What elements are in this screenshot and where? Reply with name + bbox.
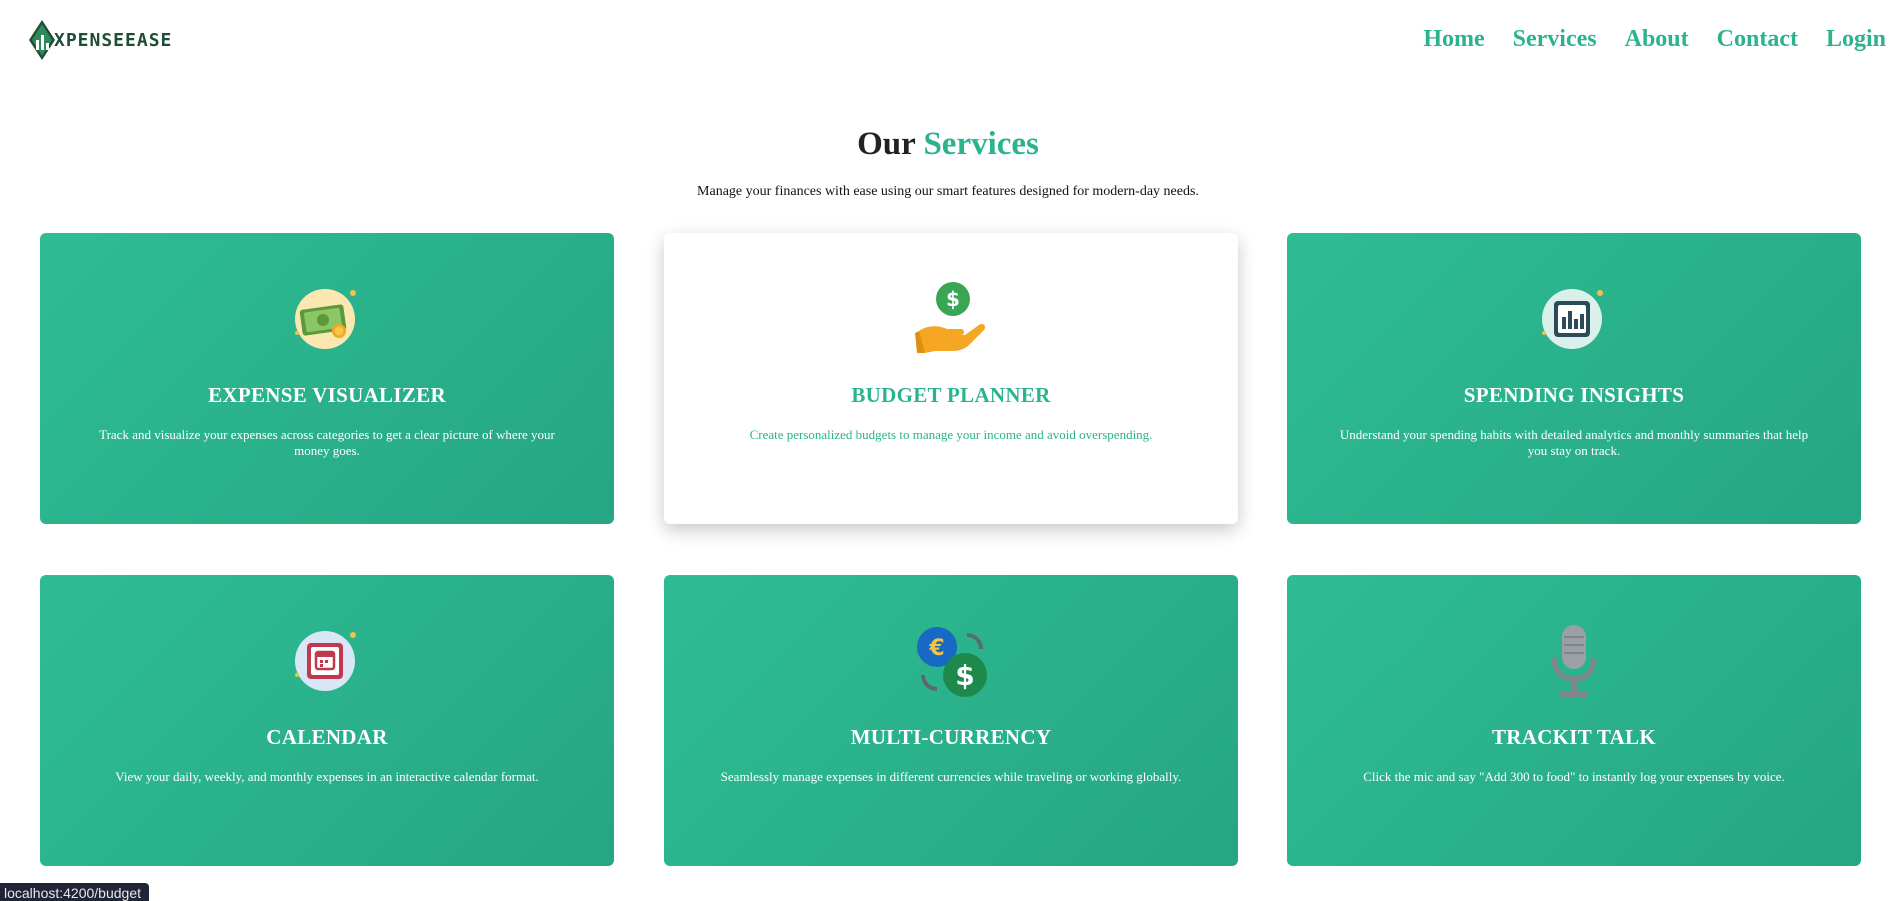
logo-text: XPENSEEASE <box>54 29 173 51</box>
site-header: XPENSEEASE Home Services About Contact L… <box>0 0 1896 84</box>
card-description: View your daily, weekly, and monthly exp… <box>115 769 539 784</box>
currency-exchange-icon: € $ <box>917 627 987 697</box>
section-title-part1: Our <box>857 126 916 162</box>
card-trackit-talk[interactable]: TRACKIT TALK Click the mic and say "Add … <box>1287 575 1861 866</box>
card-title: BUDGET PLANNER <box>851 383 1051 407</box>
card-title: MULTI-CURRENCY <box>850 725 1052 749</box>
section-title: Our Services <box>0 126 1896 163</box>
card-multi-currency[interactable]: € $ MULTI-CURRENCY Seamlessly manage exp… <box>664 575 1238 866</box>
status-bar-url: localhost:4200/budget <box>0 883 149 901</box>
section-title-part2: Services <box>923 126 1039 162</box>
section-subtitle: Manage your finances with ease using our… <box>697 184 1199 199</box>
nav-login[interactable]: Login <box>1826 26 1886 53</box>
svg-text:€: € <box>928 636 944 661</box>
calendar-icon <box>295 631 356 691</box>
card-description: Create personalized budgets to manage yo… <box>749 427 1153 442</box>
svg-text:$: $ <box>946 287 960 311</box>
card-expense-visualizer[interactable]: EXPENSE VISUALIZER Track and visualize y… <box>40 233 614 524</box>
nav-about[interactable]: About <box>1625 26 1689 53</box>
nav-contact[interactable]: Contact <box>1717 26 1798 53</box>
card-description: Seamlessly manage expenses in different … <box>720 769 1182 784</box>
bar-chart-icon <box>1542 289 1603 349</box>
nav-home[interactable]: Home <box>1423 26 1484 53</box>
main-nav: Home Services About Contact Login <box>1423 26 1886 53</box>
money-bill-icon <box>295 289 356 349</box>
card-title: TRACKIT TALK <box>1491 725 1657 749</box>
card-calendar[interactable]: CALENDAR View your daily, weekly, and mo… <box>40 575 614 866</box>
card-title: CALENDAR <box>266 725 388 749</box>
nav-services[interactable]: Services <box>1513 26 1597 53</box>
card-spending-insights[interactable]: SPENDING INSIGHTS Understand your spendi… <box>1287 233 1861 524</box>
card-title: SPENDING INSIGHTS <box>1463 383 1685 407</box>
logo[interactable]: XPENSEEASE <box>28 18 172 62</box>
card-budget-planner[interactable]: $ BUDGET PLANNER Create personalized bud… <box>664 233 1238 524</box>
card-description: Understand your spending habits with det… <box>1339 427 1809 458</box>
microphone-icon <box>1551 625 1597 697</box>
card-title: EXPENSE VISUALIZER <box>208 383 446 407</box>
logo-diamond-icon <box>29 20 55 60</box>
hand-dollar-icon: $ <box>915 282 986 353</box>
card-description: Click the mic and say "Add 300 to food" … <box>1363 769 1785 784</box>
services-page: XPENSEEASE Home Services About Contact L… <box>0 0 1896 901</box>
card-description: Track and visualize your expenses across… <box>99 427 555 458</box>
svg-text:$: $ <box>955 659 974 692</box>
